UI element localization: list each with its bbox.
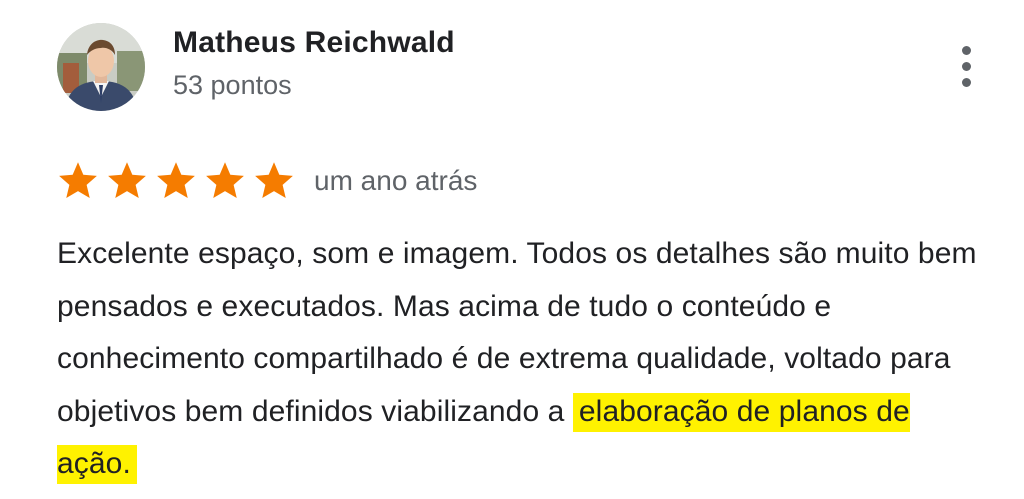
review-date: um ano atrás bbox=[314, 165, 478, 196]
more-vert-icon bbox=[961, 45, 971, 55]
review-text: Excelente espaço, som e imagem. Todos os… bbox=[57, 228, 977, 491]
star-icon bbox=[203, 159, 247, 203]
author-name[interactable]: Matheus Reichwald bbox=[173, 26, 455, 60]
star-icon bbox=[105, 159, 149, 203]
avatar[interactable] bbox=[57, 23, 145, 111]
rating-row: um ano atrás bbox=[56, 158, 477, 204]
star-icon bbox=[154, 159, 198, 203]
star-icon bbox=[252, 159, 296, 203]
avatar-photo bbox=[57, 23, 145, 111]
more-options-button[interactable] bbox=[946, 40, 986, 92]
author-points: 53 pontos bbox=[173, 70, 292, 100]
star-icon bbox=[56, 159, 100, 203]
more-vert-icon-dot bbox=[961, 77, 971, 87]
more-vert-icon-dot bbox=[961, 61, 971, 71]
star-rating bbox=[56, 159, 296, 203]
review-card: Matheus Reichwald 53 pontos um ano atrás bbox=[0, 0, 1024, 499]
